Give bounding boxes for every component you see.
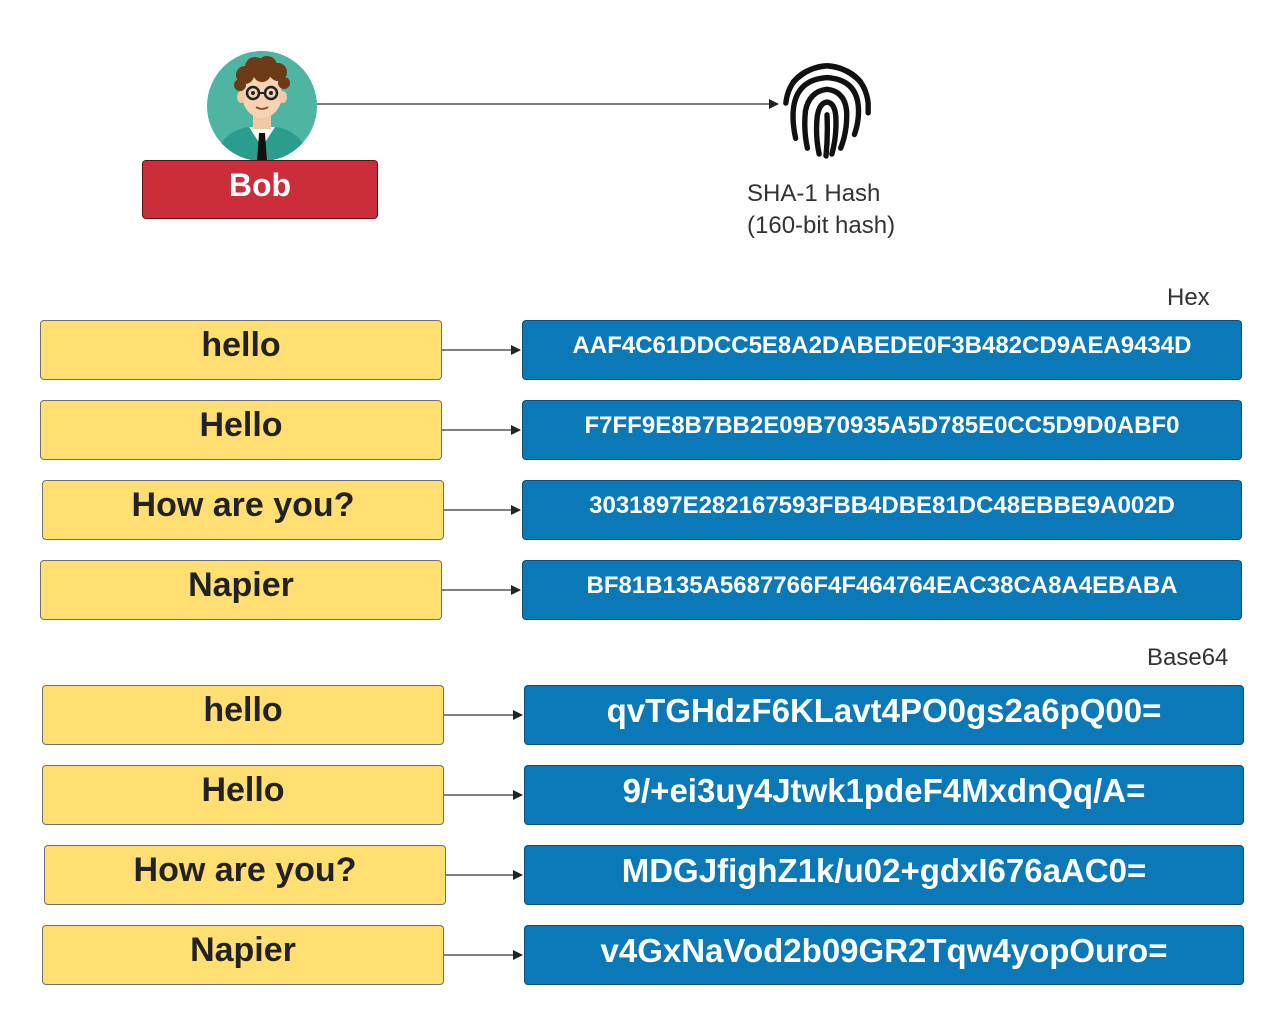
person-avatar-icon (207, 51, 317, 161)
fingerprint-icon (783, 63, 871, 159)
hex-input-napier: Napier (40, 560, 442, 620)
hex-output-napier: BF81B135A5687766F4F464764EAC38CA8A4EBABA (522, 560, 1242, 620)
base64-output-napier: v4GxNaVod2b09GR2Tqw4yopOuro= (524, 925, 1244, 985)
base64-output-hello: qvTGHdzF6KLavt4PO0gs2a6pQ00= (524, 685, 1244, 745)
base64-input-hello: hello (42, 685, 444, 745)
hash-description: SHA-1 Hash (160-bit hash) (747, 178, 895, 242)
hex-input-hello-capitalized: Hello (40, 400, 442, 460)
hex-input-how-are-you: How are you? (42, 480, 444, 540)
hex-output-hello: AAF4C61DDCC5E8A2DABEDE0F3B482CD9AEA9434D (522, 320, 1242, 380)
base64-output-hello-capitalized: 9/+ei3uy4Jtwk1pdeF4MxdnQq/A= (524, 765, 1244, 825)
hex-input-hello: hello (40, 320, 442, 380)
hex-output-hello-capitalized: F7FF9E8B7BB2E09B70935A5D785E0CC5D9D0ABF0 (522, 400, 1242, 460)
hex-section-label: Hex (1167, 284, 1210, 311)
actor-name-box: Bob (142, 160, 378, 219)
base64-input-how-are-you: How are you? (44, 845, 446, 905)
base64-input-napier: Napier (42, 925, 444, 985)
base64-input-hello-capitalized: Hello (42, 765, 444, 825)
hash-algorithm-label: SHA-1 Hash (747, 180, 881, 207)
sha1-hash-diagram: Bob SHA-1 Hash (160-bit hash) Hex hello … (0, 0, 1284, 1025)
base64-output-how-are-you: MDGJfighZ1k/u02+gdxI676aAC0= (524, 845, 1244, 905)
hex-output-how-are-you: 3031897E282167593FBB4DBE81DC48EBBE9A002D (522, 480, 1242, 540)
base64-section-label: Base64 (1147, 644, 1229, 671)
hash-size-label: (160-bit hash) (747, 212, 896, 239)
